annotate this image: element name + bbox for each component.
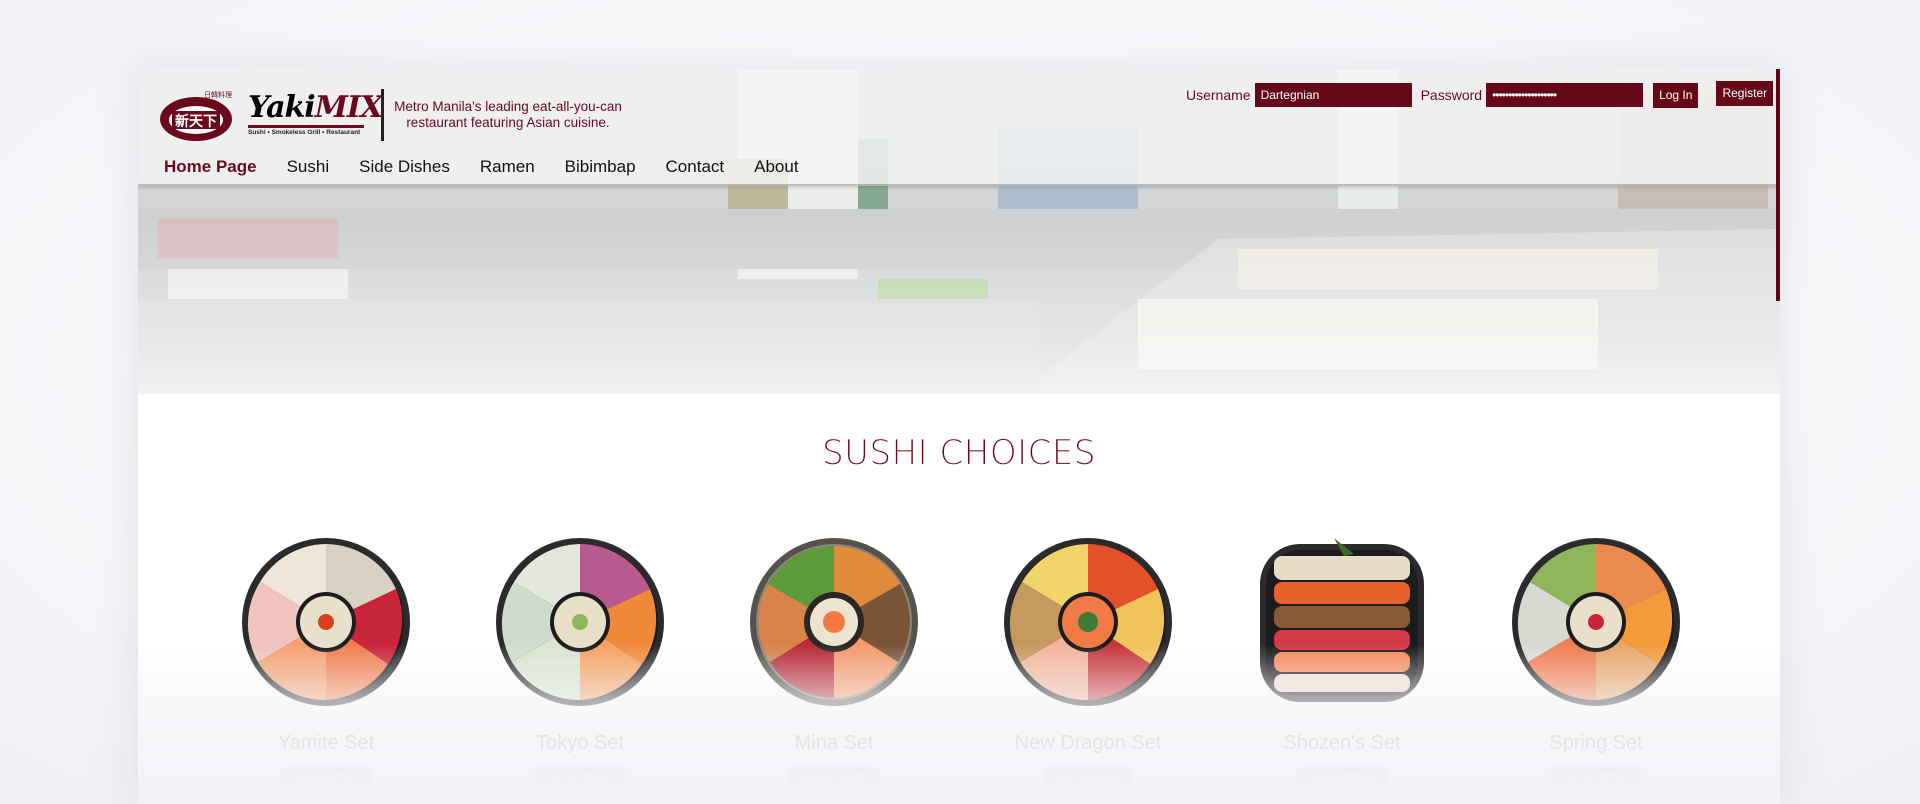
product-name[interactable]: Shozen's Set [1283,732,1400,755]
nav-item-side-dishes[interactable]: Side Dishes [359,157,450,177]
brand-underline [248,125,364,128]
hero-scrollbar[interactable] [1776,69,1780,301]
product-name[interactable]: Spring Set [1549,732,1642,755]
nav-item-about[interactable]: About [754,157,798,177]
new-dragon-set-image[interactable] [1000,534,1176,710]
brand-name-mix: MIX [314,90,384,125]
product-card: Tokyo Set Buy for ₱2100 [490,534,670,804]
brand-subline: Sushi • Smokeless Grill • Restaurant [248,129,361,136]
login-button[interactable]: Log In [1653,82,1699,108]
register-button[interactable]: Register [1716,80,1774,106]
login-form: Username Password Log In Register [1186,80,1774,108]
section-title: SUSHI CHOICES [822,433,1096,473]
nav-item-home-page[interactable]: Home Page [164,157,257,177]
nav-item-ramen[interactable]: Ramen [480,157,535,177]
tokyo-set-image[interactable] [492,534,668,710]
buy-button[interactable]: Buy for ₱2100 [1297,767,1387,791]
product-card: New Dragon Set Buy for ₱2000 [998,534,1178,804]
product-card: Shozen's Set Buy for ₱2100 [1252,534,1432,804]
site-header: 新天下 日韓料理 YakiMIX Sushi • Smokeless Grill… [138,69,1776,186]
password-label: Password [1420,87,1483,103]
buy-button[interactable]: Buy for ₱2000 [1043,767,1133,791]
password-input[interactable] [1486,83,1644,107]
spring-set-image[interactable] [1508,534,1684,710]
brand-name: YakiMIX [248,90,384,125]
yamite-set-image[interactable] [238,534,414,710]
username-input[interactable] [1254,83,1412,107]
product-name[interactable]: New Dragon Set [1015,732,1162,755]
tagline-divider [381,89,384,141]
product-name[interactable]: Tokyo Set [536,732,624,755]
logo-emblem-icon: 新天下 日韓料理 [160,90,232,141]
main-nav: Home Page Sushi Side Dishes Ramen Bibimb… [164,157,829,177]
logo-chinese-text: 新天下 [175,113,217,130]
brand-name-yaki: Yaki [248,90,316,125]
product-card: Spring Set Buy for ₱2740 [1506,534,1686,804]
nav-item-sushi[interactable]: Sushi [287,157,330,177]
nav-item-contact[interactable]: Contact [666,157,725,177]
product-name[interactable]: Mina Set [795,732,874,755]
product-card: Mina Set Buy for ₱1000 [744,534,924,804]
website-page: 新天下 日韓料理 YakiMIX Sushi • Smokeless Grill… [138,69,1780,804]
product-name[interactable]: Yamite Set [278,732,374,755]
product-grid: Yamite Set Buy for ₱790 Tokyo Set Buy fo… [236,534,1686,804]
mina-set-image[interactable] [746,534,922,710]
buy-button[interactable]: Buy for ₱2100 [535,767,625,791]
logo-small-text: 日韓料理 [204,90,232,99]
product-card: Yamite Set Buy for ₱790 [236,534,416,804]
nav-item-bibimbap[interactable]: Bibimbap [565,157,636,177]
site-logo[interactable]: 新天下 日韓料理 YakiMIX Sushi • Smokeless Grill… [158,87,383,143]
buy-button[interactable]: Buy for ₱2740 [1551,767,1641,791]
shozens-set-image[interactable] [1254,534,1430,710]
tagline: Metro Manila's leading eat-all-you-can r… [394,99,622,130]
username-label: Username [1186,87,1251,103]
buy-button[interactable]: Buy for ₱790 [281,767,371,791]
buy-button[interactable]: Buy for ₱1000 [789,767,879,791]
